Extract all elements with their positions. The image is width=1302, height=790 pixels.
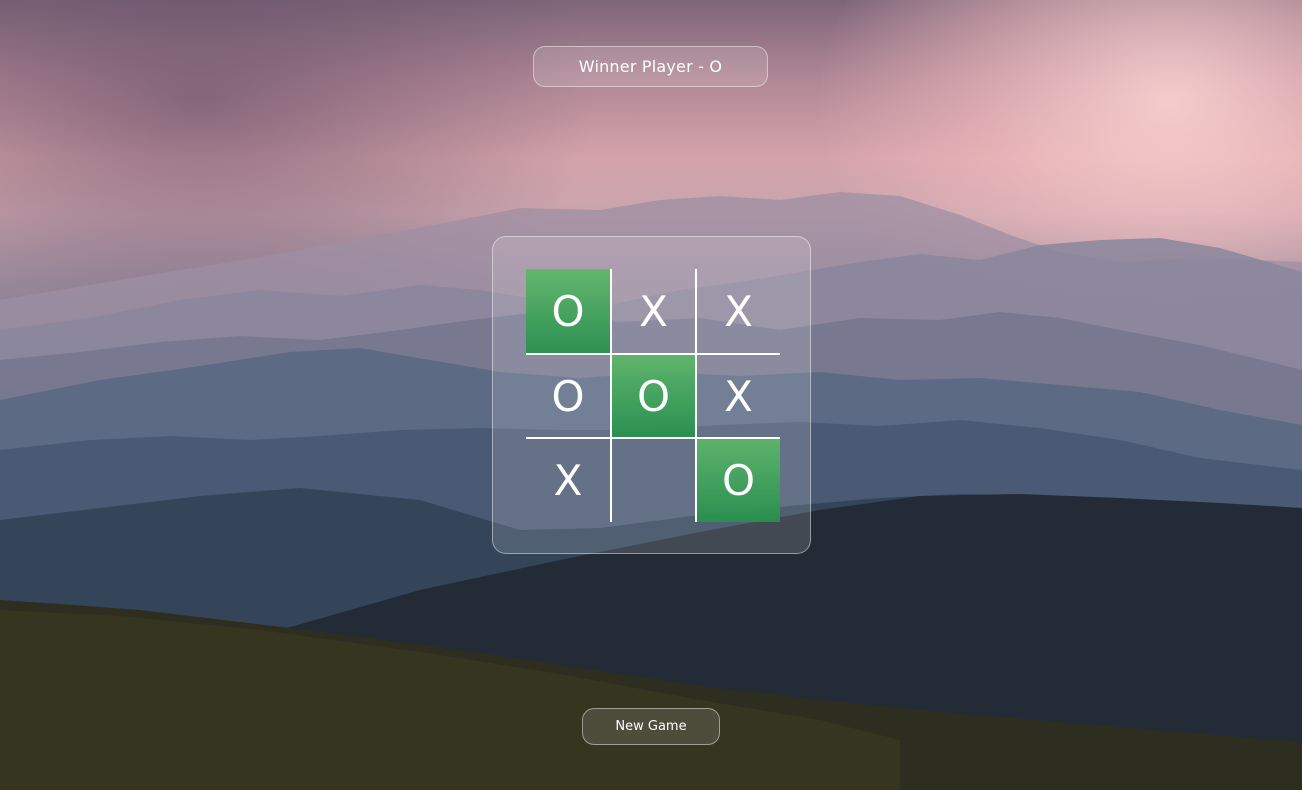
winner-status-text: Winner Player - O [578, 57, 723, 76]
board-cell-8[interactable] [610, 437, 695, 522]
new-game-button[interactable]: New Game [582, 708, 720, 745]
board-cell-6[interactable]: X [695, 353, 780, 437]
board-cell-5[interactable]: O [610, 353, 695, 437]
tic-tac-toe-board: O X X O O X X O [526, 269, 780, 522]
board-cell-4[interactable]: O [526, 353, 610, 437]
board-cell-9[interactable]: O [695, 437, 780, 522]
board-panel: O X X O O X X O [492, 236, 811, 554]
board-cell-3[interactable]: X [695, 269, 780, 353]
game-screen: Winner Player - O O X X O O X X O New Ga… [0, 0, 1302, 790]
board-cell-2[interactable]: X [610, 269, 695, 353]
winner-status: Winner Player - O [533, 46, 768, 87]
board-cell-1[interactable]: O [526, 269, 610, 353]
board-cell-7[interactable]: X [526, 437, 610, 522]
